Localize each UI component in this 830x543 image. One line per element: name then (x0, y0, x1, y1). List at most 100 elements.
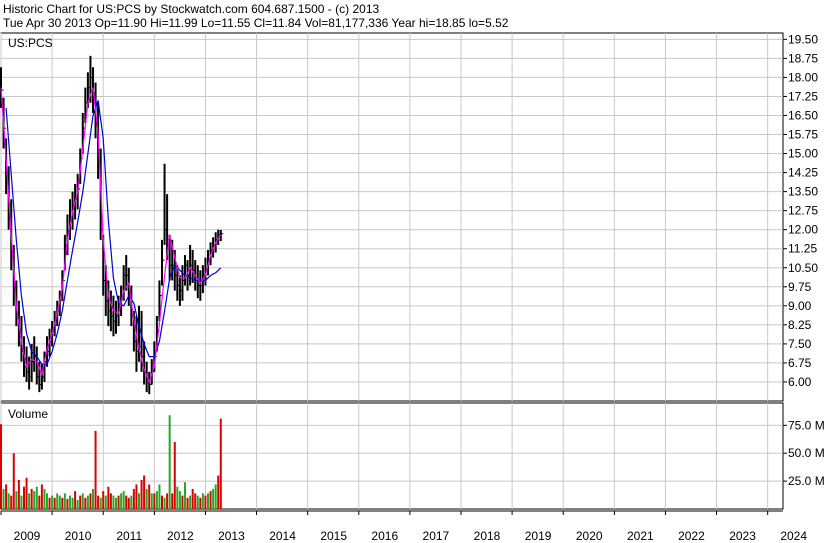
volume-bar (214, 484, 217, 509)
volume-bar (43, 488, 46, 509)
x-tick-label: 2018 (474, 529, 501, 543)
volume-bar (127, 497, 130, 509)
volume-bar (104, 495, 107, 509)
volume-bar (176, 486, 179, 509)
volume-bar (51, 495, 54, 509)
volume-bar (7, 493, 10, 509)
volume-bar (212, 488, 215, 509)
volume-bar (122, 491, 125, 509)
volume-bar (10, 495, 13, 509)
price-tick-label: 10.50 (788, 261, 818, 275)
x-tick-label: 2015 (320, 529, 347, 543)
volume-bar (94, 430, 97, 509)
x-tick-label: 2024 (780, 529, 807, 543)
x-tick-label: 2013 (218, 529, 245, 543)
volume-bar (2, 488, 5, 509)
volume-bar (99, 497, 102, 509)
volume-bar (173, 442, 176, 509)
volume-bar (138, 493, 140, 509)
volume-bar (71, 497, 74, 509)
x-tick-label: 2009 (14, 529, 41, 543)
price-tick-label: 7.50 (788, 337, 812, 351)
volume-bar (107, 486, 110, 509)
volume-bar (84, 497, 87, 509)
price-tick-label: 12.75 (788, 204, 818, 218)
volume-bar (81, 493, 84, 509)
volume-bar (46, 493, 48, 509)
x-tick-label: 2023 (729, 529, 756, 543)
volume-bar (109, 493, 112, 509)
volume-bar (199, 497, 202, 509)
volume-tick-label: 75.0 M (788, 418, 825, 432)
volume-bar (155, 491, 158, 509)
volume-bar (189, 495, 192, 509)
volume-bar (117, 495, 120, 509)
price-tick-label: 13.50 (788, 185, 818, 199)
volume-bar (20, 495, 23, 509)
x-axis: 2009 2010 2011 2012 2013 2014 2015 2016 2017 2018… (0, 511, 807, 543)
volume-bar (158, 484, 161, 509)
volume-y-axis: 75.0 M 50.0 M 25.0 M (783, 418, 825, 488)
volume-bar (178, 491, 181, 509)
volume-bar (12, 453, 15, 509)
chart-canvas: Historic Chart for US:PCS by Stockwatch.… (0, 2, 825, 543)
volume-bar (102, 491, 105, 509)
price-tick-label: 15.00 (788, 147, 818, 161)
price-tick-label: 8.25 (788, 318, 812, 332)
volume-bar (15, 491, 18, 509)
volume-bar (48, 497, 51, 509)
x-tick-label: 2021 (627, 529, 654, 543)
price-tick-label: 18.00 (788, 70, 818, 84)
x-tick-label: 2020 (576, 529, 603, 543)
chart-header-line2: Tue Apr 30 2013 Op=11.90 Hi=11.99 Lo=11.… (3, 16, 509, 30)
symbol-label: US:PCS (8, 36, 53, 50)
volume-bar (150, 493, 153, 509)
volume-bar (33, 491, 36, 509)
volume-bar (74, 491, 77, 509)
volume-tick-label: 25.0 M (788, 474, 825, 488)
price-tick-label: 16.50 (788, 108, 818, 122)
volume-bar (181, 495, 184, 509)
volume-bar (23, 486, 25, 509)
price-tick-label: 6.00 (788, 375, 812, 389)
volume-bar (186, 497, 189, 509)
volume-bar (17, 479, 20, 509)
price-tick-label: 12.00 (788, 223, 818, 237)
volume-bar (120, 493, 123, 509)
volume-bar (191, 488, 194, 509)
volume-bar (58, 495, 61, 509)
volume-bar (125, 495, 128, 509)
volume-bar (97, 495, 100, 509)
x-tick-label: 2012 (167, 529, 194, 543)
volume-bar (153, 493, 156, 509)
volume-tick-label: 50.0 M (788, 446, 825, 460)
volume-bar (168, 415, 171, 509)
volume-bar (30, 488, 33, 509)
price-tick-label: 19.50 (788, 32, 818, 46)
price-tick-label: 9.00 (788, 299, 812, 313)
volume-bar (35, 486, 38, 509)
price-y-axis: 19.50 18.75 18.00 17.25 16.50 15.75 15.00 14.25… (783, 32, 818, 389)
volume-bar (217, 475, 220, 509)
x-tick-label: 2014 (269, 529, 296, 543)
volume-bar (209, 491, 212, 509)
volume-bar (201, 493, 204, 509)
volume-title: Volume (8, 407, 48, 421)
volume-bar (38, 495, 41, 509)
volume-bar (56, 493, 59, 509)
volume-bar (166, 493, 169, 509)
price-tick-label: 15.75 (788, 128, 818, 142)
volume-bar (161, 495, 163, 509)
volume-bar (92, 488, 94, 509)
volume-bar (25, 477, 28, 509)
x-tick-label: 2019 (525, 529, 552, 543)
volume-bar (184, 482, 186, 509)
chart-header-line1: Historic Chart for US:PCS by Stockwatch.… (3, 2, 379, 16)
volume-bar (40, 484, 43, 509)
price-tick-label: 17.25 (788, 89, 818, 103)
volume-bar (53, 497, 56, 509)
volume-bar (140, 479, 143, 509)
volume-bar (132, 488, 135, 509)
volume-bar (28, 493, 31, 509)
volume-bar (204, 495, 207, 509)
